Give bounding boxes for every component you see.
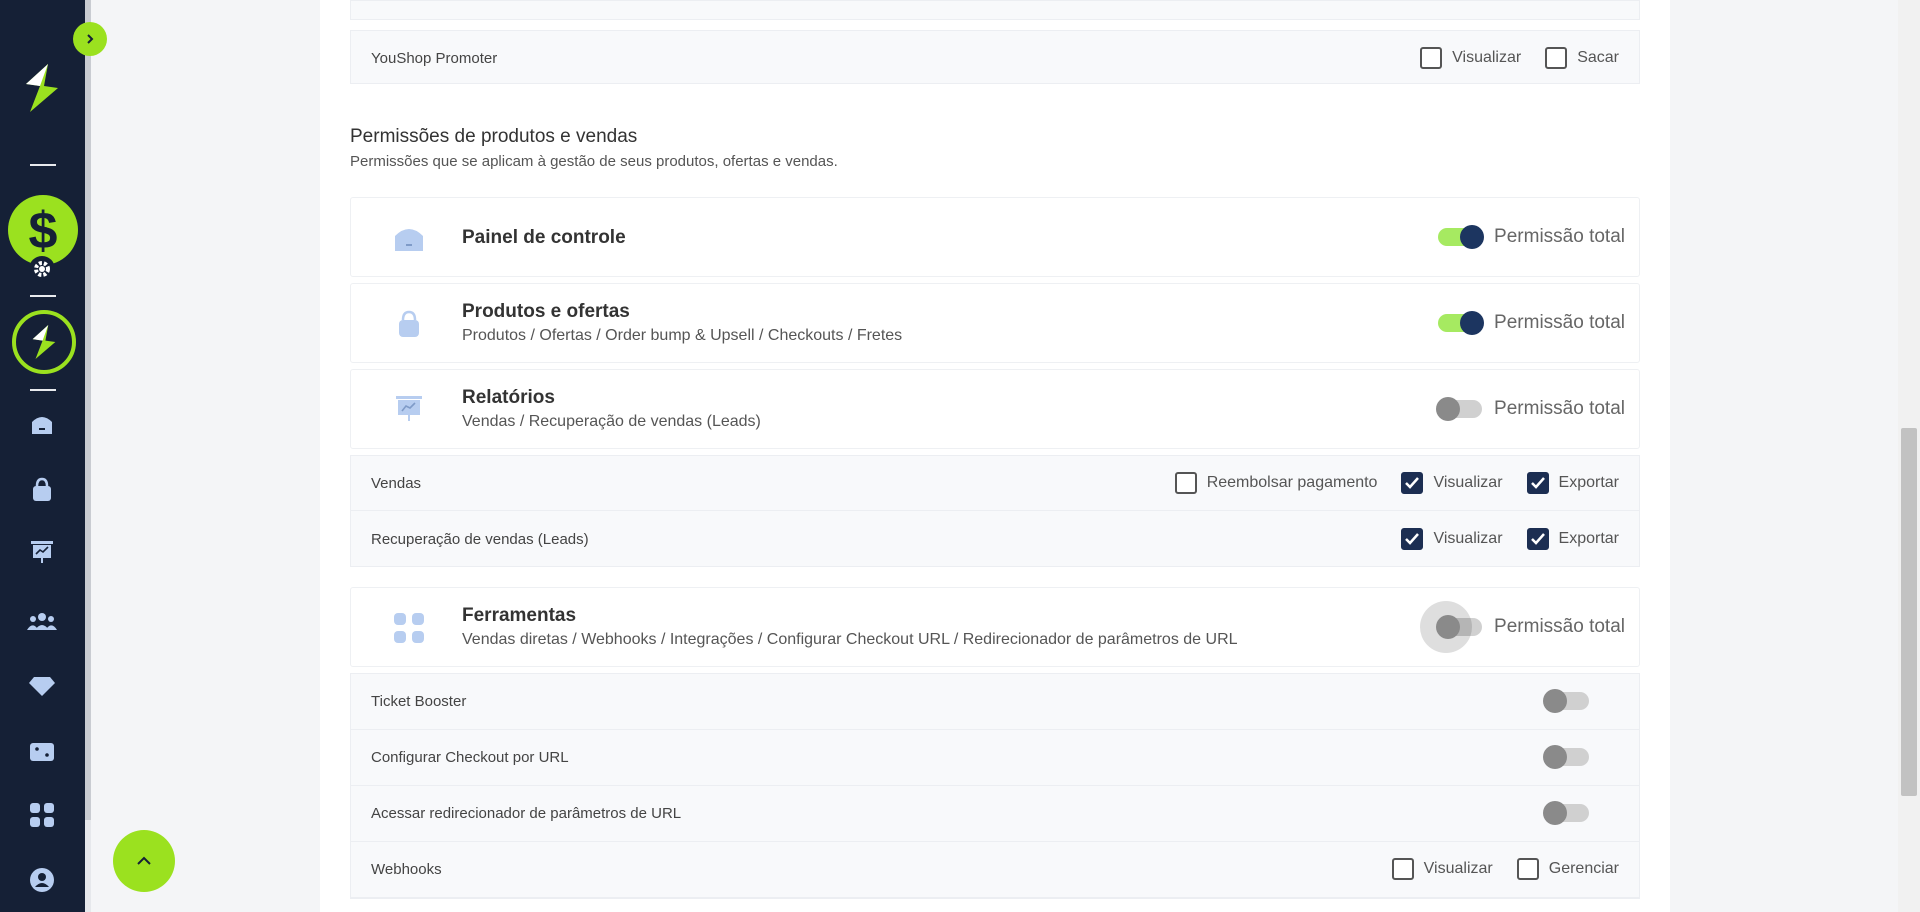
list-item: Recuperação de vendas (Leads) Visualizar… xyxy=(351,512,1639,568)
chevron-right-icon xyxy=(87,34,94,44)
bag-icon[interactable] xyxy=(26,474,58,506)
webhooks-gerenciar-checkbox[interactable]: Gerenciar xyxy=(1516,858,1619,880)
vendas-exportar-checkbox[interactable]: Exportar xyxy=(1526,472,1619,494)
youshop-visualizar-checkbox[interactable]: Visualizar xyxy=(1420,47,1521,69)
card-painel-de-controle: Painel de controle Permissão total xyxy=(350,197,1640,277)
card-produtos-e-ofertas: Produtos e ofertas Produtos / Ofertas / … xyxy=(350,283,1640,363)
ferramentas-permissao-total-toggle[interactable] xyxy=(1420,601,1483,653)
youshop-sacar-checkbox[interactable]: Sacar xyxy=(1545,47,1619,69)
ferramentas-sub-list: Ticket Booster Configurar Checkout por U… xyxy=(350,673,1640,899)
recuperacao-visualizar-checkbox[interactable]: Visualizar xyxy=(1401,528,1503,550)
checkout-url-toggle[interactable] xyxy=(1543,745,1589,769)
checkbox-box[interactable] xyxy=(1401,528,1424,550)
permission-label: Permissão total xyxy=(1494,616,1625,637)
scroll-to-top-button[interactable] xyxy=(113,830,175,892)
card-title: Ferramentas xyxy=(462,605,577,626)
produtos-permissao-total-toggle[interactable] xyxy=(1438,311,1485,335)
section-title: Permissões de produtos e vendas xyxy=(350,126,638,147)
checkbox-box[interactable] xyxy=(1526,472,1549,494)
svg-text:$: $ xyxy=(29,202,58,258)
recuperacao-label: Recuperação de vendas (Leads) xyxy=(371,530,589,548)
dashboard-home-icon xyxy=(391,220,427,256)
sidebar-divider xyxy=(30,295,56,297)
checkbox-box[interactable] xyxy=(1391,858,1414,880)
permission-label: Permissão total xyxy=(1494,312,1625,333)
webhooks-label: Webhooks xyxy=(371,860,442,878)
sidebar-divider xyxy=(30,389,56,391)
list-item: Acessar redirecionador de parâmetros de … xyxy=(351,786,1639,842)
checkbox-box[interactable] xyxy=(1516,858,1539,880)
check-icon xyxy=(1530,533,1545,545)
account-logo-icon[interactable] xyxy=(12,310,76,374)
permission-label: Permissão total xyxy=(1494,226,1625,247)
ticket-icon[interactable] xyxy=(26,736,58,768)
checkbox-box[interactable] xyxy=(1545,47,1568,69)
list-item: Vendas Reembolsar pagamento Visualizar E… xyxy=(351,456,1639,511)
users-icon[interactable] xyxy=(26,606,58,638)
list-item: Configurar Checkout por URL xyxy=(351,730,1639,786)
card-ferramentas: Ferramentas Vendas diretas / Webhooks / … xyxy=(350,587,1640,667)
checkout-url-label: Configurar Checkout por URL xyxy=(371,748,569,766)
card-title: Relatórios xyxy=(462,387,555,408)
relatorios-sub-list: Vendas Reembolsar pagamento Visualizar E… xyxy=(350,455,1640,567)
card-relatorios: Relatórios Vendas / Recuperação de venda… xyxy=(350,369,1640,449)
youshop-promoter-label: YouShop Promoter xyxy=(371,49,498,67)
redirecionador-label: Acessar redirecionador de parâmetros de … xyxy=(371,804,682,822)
vendas-label: Vendas xyxy=(371,474,422,492)
recuperacao-exportar-checkbox[interactable]: Exportar xyxy=(1526,528,1619,550)
expand-sidebar-button[interactable] xyxy=(73,22,107,56)
sidebar: $ xyxy=(0,0,85,912)
checkbox-box[interactable] xyxy=(1174,472,1197,494)
dollar-coin-icon[interactable]: $ xyxy=(8,195,78,265)
home-icon[interactable] xyxy=(26,408,58,440)
ticket-booster-toggle[interactable] xyxy=(1543,689,1589,713)
diamond-icon[interactable] xyxy=(26,670,58,702)
card-subtitle: Produtos / Ofertas / Order bump & Upsell… xyxy=(462,327,903,344)
ticket-booster-label: Ticket Booster xyxy=(371,692,467,710)
page-scrollbar[interactable] xyxy=(1898,0,1920,912)
card-subtitle: Vendas / Recuperação de vendas (Leads) xyxy=(462,413,761,430)
check-icon xyxy=(1405,477,1420,489)
sidebar-divider xyxy=(30,164,56,166)
painel-permissao-total-toggle[interactable] xyxy=(1438,225,1485,249)
previous-permission-row xyxy=(350,0,1640,20)
apps-icon[interactable] xyxy=(26,799,58,831)
profile-icon[interactable] xyxy=(26,864,58,896)
brand-logo-icon[interactable] xyxy=(18,62,66,114)
gear-icon[interactable] xyxy=(29,256,55,282)
sidebar-scrollbar[interactable] xyxy=(85,0,91,912)
apps-grid-icon xyxy=(391,610,427,646)
list-item: Webhooks Visualizar Gerenciar xyxy=(351,842,1639,898)
section-description: Permissões que se aplicam à gestão de se… xyxy=(350,153,838,170)
vendas-reembolsar-checkbox[interactable]: Reembolsar pagamento xyxy=(1174,472,1377,494)
shopping-bag-icon xyxy=(391,306,427,342)
check-icon xyxy=(1405,533,1420,545)
presentation-chart-icon xyxy=(391,392,427,428)
checkbox-box[interactable] xyxy=(1420,47,1443,69)
card-subtitle: Vendas diretas / Webhooks / Integrações … xyxy=(462,631,1238,648)
redirecionador-toggle[interactable] xyxy=(1543,801,1589,825)
checkbox-box[interactable] xyxy=(1401,472,1424,494)
report-icon[interactable] xyxy=(26,536,58,568)
check-icon xyxy=(1530,477,1545,489)
list-item: Ticket Booster xyxy=(351,674,1639,730)
card-title: Produtos e ofertas xyxy=(462,301,630,322)
chevron-up-icon xyxy=(137,856,151,865)
vendas-visualizar-checkbox[interactable]: Visualizar xyxy=(1401,472,1503,494)
card-title: Painel de controle xyxy=(462,227,626,248)
relatorios-permissao-total-toggle[interactable] xyxy=(1436,397,1483,421)
checkbox-box[interactable] xyxy=(1526,528,1549,550)
webhooks-visualizar-checkbox[interactable]: Visualizar xyxy=(1391,858,1493,880)
permission-label: Permissão total xyxy=(1494,398,1625,419)
youshop-promoter-row: YouShop Promoter Visualizar Sacar xyxy=(350,30,1640,84)
